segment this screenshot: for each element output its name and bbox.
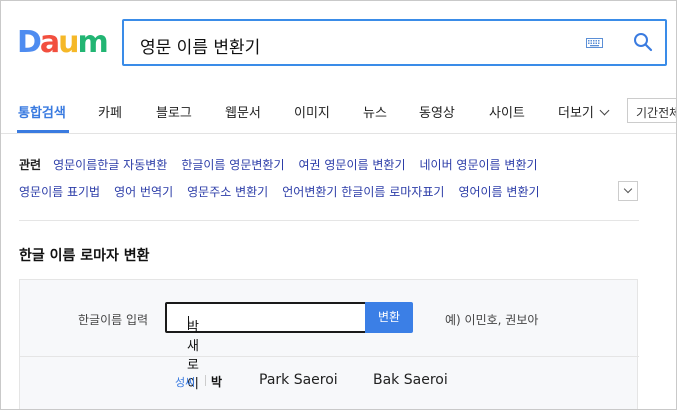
tab-images[interactable]: 이미지 [294,102,330,121]
search-results-page: D a u m 영문 이름 변환기 통합검색 카페 블로그 웹문서 이미지 뉴스… [0,0,677,410]
related-link[interactable]: 영문주소 변환기 [187,185,268,199]
tab-more[interactable]: 더보기 [558,102,610,121]
logo-letter-m: m [77,25,109,60]
logo-letter-a: a [39,25,60,60]
input-label: 한글이름 입력 [78,313,149,327]
romanization-result: Park Saeroi [259,372,338,388]
active-tab-indicator [17,130,69,133]
surname-label: 성씨 [175,376,196,389]
daum-logo[interactable]: D a u m [17,25,109,60]
related-link[interactable]: 한글이름 영문변환기 [181,158,284,172]
tab-cafe[interactable]: 카페 [98,102,122,121]
tab-news[interactable]: 뉴스 [363,102,387,121]
related-row-1: 관련 영문이름한글 자동변환 한글이름 영문변환기 여권 영문이름 변환기 네이버 영문… [19,156,552,173]
text-caret [188,316,189,330]
search-icon[interactable] [633,32,653,52]
tab-web[interactable]: 웹문서 [225,102,261,121]
search-input[interactable]: 영문 이름 변환기 [140,33,260,58]
divider [19,220,639,221]
related-title: 관련 [19,158,42,172]
related-link[interactable]: 영문이름 표기법 [19,185,100,199]
separator [205,375,206,386]
related-link[interactable]: 영어이름 변환기 [458,185,539,199]
tab-integrated[interactable]: 통합검색 [18,102,66,121]
related-link[interactable]: 언어변환기 한글이름 로마자표기 [282,185,444,199]
chevron-down-icon [623,184,633,194]
logo-letter-d: D [17,25,42,60]
converter-title: 한글 이름 로마자 변환 [19,248,150,264]
related-row-2: 영문이름 표기법 영어 번역기 영문주소 변환기 언어변환기 한글이름 로마자표기 영어… [19,183,554,200]
related-link[interactable]: 여권 영문이름 변환기 [299,158,406,172]
korean-name-input[interactable]: 박새로이 [165,302,367,392]
period-filter-dropdown[interactable]: 기간전체 [627,98,676,123]
search-box[interactable]: 영문 이름 변환기 [122,19,667,66]
search-tabs: 통합검색 카페 블로그 웹문서 이미지 뉴스 동영상 사이트 더보기 [1,89,676,134]
related-expand-button[interactable] [618,181,638,201]
tab-more-label: 더보기 [558,106,594,121]
chevron-down-icon [599,105,610,116]
related-link[interactable]: 영어 번역기 [114,185,173,199]
romanization-converter: 한글이름 입력 박새로이 변환 예) 이민호, 권보아 성씨 박 Park Sa… [19,279,639,409]
tab-video[interactable]: 동영상 [419,102,455,121]
surname-korean: 박 [211,375,223,389]
related-link[interactable]: 네이버 영문이름 변환기 [420,158,538,172]
divider [20,356,639,357]
tab-blog[interactable]: 블로그 [156,102,192,121]
romanization-result: Bak Saeroi [373,372,448,388]
keyboard-icon[interactable] [586,38,603,48]
tab-sites[interactable]: 사이트 [489,102,525,121]
logo-letter-u: u [58,25,79,60]
input-example: 예) 이민호, 권보아 [445,313,539,327]
convert-button[interactable]: 변환 [365,302,413,333]
related-link[interactable]: 영문이름한글 자동변환 [53,158,167,172]
